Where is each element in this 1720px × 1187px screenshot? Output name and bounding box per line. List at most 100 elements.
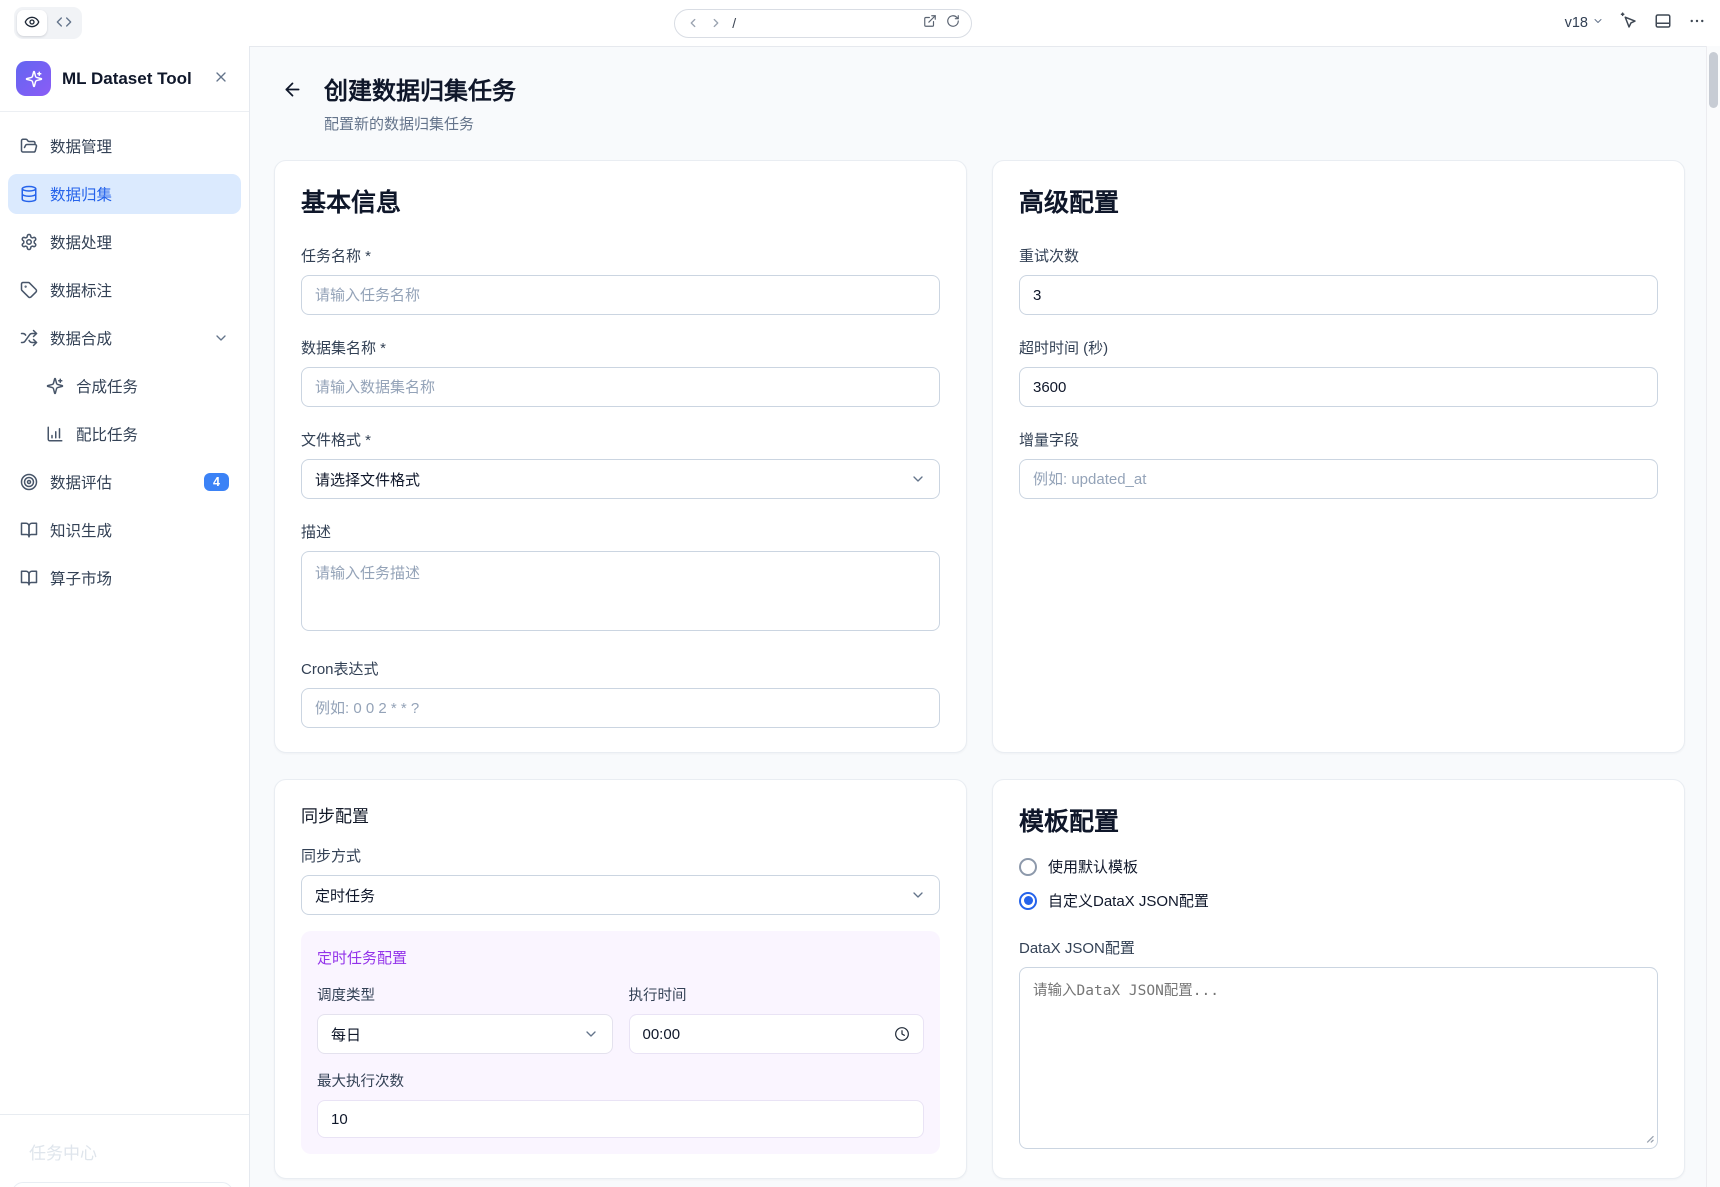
sidebar-header: ML Dataset Tool <box>0 46 249 112</box>
file-format-value: 请选择文件格式 <box>315 469 420 490</box>
sidebar-item-label: 数据评估 <box>50 471 192 493</box>
sidebar-item-label: 数据管理 <box>50 135 229 157</box>
advanced-config-title: 高级配置 <box>1019 183 1658 219</box>
schedule-type-select[interactable]: 每日 <box>317 1014 613 1054</box>
task-center-label: 任务中心 <box>29 1139 97 1164</box>
page-header: 创建数据归集任务 配置新的数据归集任务 <box>274 71 1706 134</box>
datax-json-label: DataX JSON配置 <box>1019 937 1658 958</box>
template-config-card: 模板配置 使用默认模板 自定义DataX JSON配置 DataX JSON配置 <box>992 779 1685 1179</box>
app-window: / v18 ML Dataset Tool <box>0 0 1720 1187</box>
cron-label: Cron表达式 <box>301 658 940 679</box>
close-icon <box>213 69 229 88</box>
eye-icon <box>24 14 40 33</box>
task-name-label: 任务名称 * <box>301 245 940 266</box>
version-dropdown[interactable]: v18 <box>1565 15 1604 31</box>
sidebar-item-label: 数据处理 <box>50 231 229 253</box>
task-name-input[interactable] <box>301 275 940 315</box>
nav-forward-icon[interactable] <box>709 16 723 30</box>
vertical-scrollbar[interactable] <box>1706 46 1720 1187</box>
sidebar-item-data-evaluation[interactable]: 数据评估 4 <box>8 462 241 502</box>
exec-time-label: 执行时间 <box>629 984 925 1005</box>
radio-custom-datax[interactable]: 自定义DataX JSON配置 <box>1019 890 1658 911</box>
sidebar-item-data-annotation[interactable]: 数据标注 <box>8 270 241 310</box>
max-runs-input[interactable] <box>317 1100 924 1138</box>
view-toggle-group <box>14 7 82 39</box>
description-textarea[interactable] <box>301 551 940 631</box>
template-radio-group: 使用默认模板 自定义DataX JSON配置 <box>1019 856 1658 911</box>
description-label: 描述 <box>301 521 940 542</box>
basic-info-card: 基本信息 任务名称 * 数据集名称 * 文件格式 * 请选择文件格式 <box>274 160 967 753</box>
page-title: 创建数据归集任务 <box>324 71 516 106</box>
template-config-title: 模板配置 <box>1019 802 1658 838</box>
task-center-panel[interactable] <box>12 1182 233 1187</box>
dataset-name-input[interactable] <box>301 367 940 407</box>
file-format-select[interactable]: 请选择文件格式 <box>301 459 940 499</box>
timeout-input[interactable] <box>1019 367 1658 407</box>
schedule-config-panel: 定时任务配置 调度类型 每日 执行时间 00:00 <box>301 931 940 1154</box>
book-open-icon <box>20 569 38 587</box>
panel-layout-icon[interactable] <box>1654 12 1672 35</box>
book-open-icon <box>20 521 38 539</box>
incremental-field-label: 增量字段 <box>1019 429 1658 450</box>
scrollbar-thumb[interactable] <box>1709 52 1718 108</box>
advanced-config-card: 高级配置 重试次数 超时时间 (秒) 增量字段 <box>992 160 1685 753</box>
retry-count-label: 重试次数 <box>1019 245 1658 266</box>
folder-icon <box>20 137 38 155</box>
radio-unselected-icon <box>1019 858 1037 876</box>
sidebar-item-data-collection[interactable]: 数据归集 <box>8 174 241 214</box>
refresh-icon[interactable] <box>946 14 960 33</box>
incremental-field-input[interactable] <box>1019 459 1658 499</box>
sidebar-item-ratio-tasks[interactable]: 配比任务 <box>8 414 241 454</box>
nav-back-icon[interactable] <box>686 16 700 30</box>
schedule-type-label: 调度类型 <box>317 984 613 1005</box>
chevron-down-icon <box>910 471 926 487</box>
sidebar-item-data-management[interactable]: 数据管理 <box>8 126 241 166</box>
max-runs-label: 最大执行次数 <box>317 1070 924 1091</box>
eval-count-badge: 4 <box>204 473 229 492</box>
code-icon <box>56 14 72 33</box>
page-subtitle: 配置新的数据归集任务 <box>324 113 516 134</box>
sync-config-card: 同步配置 同步方式 定时任务 定时任务配置 调度类型 每日 <box>274 779 967 1179</box>
cron-input[interactable] <box>301 688 940 728</box>
radio-default-label: 使用默认模板 <box>1048 856 1138 877</box>
sidebar-item-operator-market[interactable]: 算子市场 <box>8 558 241 598</box>
sidebar-item-knowledge-generation[interactable]: 知识生成 <box>8 510 241 550</box>
retry-count-input[interactable] <box>1019 275 1658 315</box>
sidebar-item-data-processing[interactable]: 数据处理 <box>8 222 241 262</box>
sidebar-item-synthesis-tasks[interactable]: 合成任务 <box>8 366 241 406</box>
sidebar-close-button[interactable] <box>209 65 233 92</box>
sidebar-item-label: 数据标注 <box>50 279 229 301</box>
code-toggle-button[interactable] <box>49 10 79 36</box>
sidebar-item-label: 数据合成 <box>50 327 201 349</box>
basic-info-title: 基本信息 <box>301 183 940 219</box>
sidebar-item-label: 知识生成 <box>50 519 229 541</box>
exec-time-value: 00:00 <box>643 1026 681 1043</box>
chevron-down-icon <box>910 887 926 903</box>
browser-topbar: / v18 <box>0 0 1720 47</box>
exec-time-input[interactable]: 00:00 <box>629 1014 925 1054</box>
preview-toggle-button[interactable] <box>17 10 47 36</box>
radio-default-template[interactable]: 使用默认模板 <box>1019 856 1658 877</box>
sidebar-item-label: 算子市场 <box>50 567 229 589</box>
sparkles-icon <box>46 377 64 395</box>
back-button[interactable] <box>274 73 310 109</box>
select-element-icon[interactable] <box>1620 12 1638 35</box>
datax-json-textarea[interactable] <box>1019 967 1658 1149</box>
sidebar-footer: 任务中心 <box>0 1114 249 1187</box>
url-bar[interactable]: / <box>674 9 972 38</box>
url-path[interactable]: / <box>732 15 736 31</box>
sidebar-item-label: 配比任务 <box>76 423 229 445</box>
shuffle-icon <box>20 329 38 347</box>
more-menu-icon[interactable] <box>1688 12 1706 35</box>
topbar-actions: v18 <box>1565 12 1706 35</box>
timeout-label: 超时时间 (秒) <box>1019 337 1658 358</box>
sidebar-item-data-synthesis[interactable]: 数据合成 <box>8 318 241 358</box>
sync-config-title: 同步配置 <box>301 802 940 827</box>
sync-mode-value: 定时任务 <box>315 885 375 906</box>
sync-mode-select[interactable]: 定时任务 <box>301 875 940 915</box>
schedule-type-value: 每日 <box>331 1024 361 1045</box>
resize-handle-icon[interactable] <box>1643 1130 1654 1148</box>
chevron-down-icon <box>213 330 229 346</box>
dataset-name-label: 数据集名称 * <box>301 337 940 358</box>
open-external-icon[interactable] <box>923 14 937 33</box>
